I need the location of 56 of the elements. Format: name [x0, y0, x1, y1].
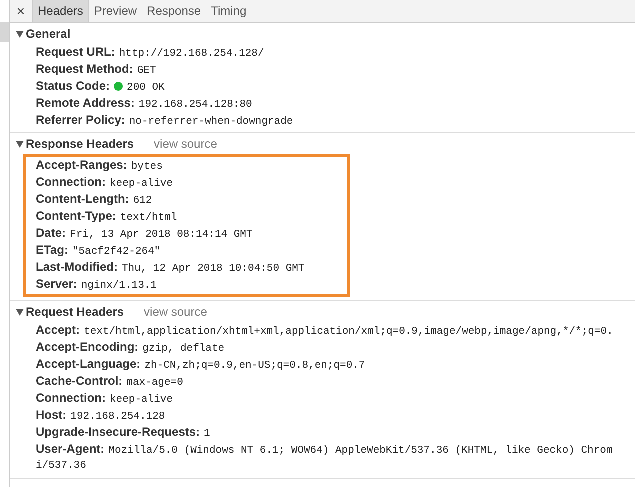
header-name: Remote Address:: [36, 95, 135, 112]
header-value: Thu, 12 Apr 2018 10:04:50 GMT: [122, 262, 305, 277]
expanded-triangle-icon[interactable]: [16, 140, 26, 148]
header-name: Referrer Policy:: [36, 112, 126, 129]
tab[interactable]: Timing: [206, 0, 252, 22]
header-name: ETag:: [36, 242, 68, 259]
header-value: keep-alive: [110, 393, 174, 408]
view-source-link[interactable]: view source: [144, 303, 208, 321]
header-name: Accept-Ranges:: [36, 157, 128, 174]
header-name: Connection:: [36, 174, 106, 191]
header-value: no-referrer-when-downgrade: [129, 115, 294, 130]
close-button[interactable]: ×: [10, 0, 32, 22]
expanded-triangle-icon[interactable]: [16, 308, 26, 316]
header-value: nginx/1.13.1: [81, 279, 157, 294]
header-value: keep-alive: [110, 177, 174, 192]
header-name: User-Agent:: [36, 441, 105, 458]
header-value: i/537.36: [36, 458, 86, 474]
header-name: Date:: [36, 225, 66, 242]
header-value: Fri, 13 Apr 2018 08:14:14 GMT: [70, 228, 253, 243]
header-value: gzip, deflate: [142, 342, 225, 357]
header-name: Cache-Control:: [36, 373, 123, 390]
header-value: 200 OK: [127, 81, 165, 96]
header-value: 1: [204, 427, 210, 442]
section-title[interactable]: Request Headers: [26, 303, 124, 321]
tab[interactable]: Headers: [32, 0, 90, 22]
tab[interactable]: Preview: [89, 0, 142, 22]
header-value: Mozilla/5.0 (Windows NT 6.1; WOW64) AppleWebKit/537.36 (KHTML, like Gecko) Chrom: [108, 444, 613, 459]
header-name: Request Method:: [36, 61, 134, 78]
header-name: Status Code:: [36, 78, 110, 95]
header-name: Accept:: [36, 322, 80, 339]
expanded-triangle-icon[interactable]: [16, 30, 26, 38]
header-name: Last-Modified:: [36, 259, 118, 276]
header-name: Accept-Language:: [36, 356, 141, 373]
header-name: Connection:: [36, 390, 106, 407]
header-value: GET: [137, 64, 156, 79]
header-name: Server:: [36, 276, 78, 293]
header-value: http://192.168.254.128/: [119, 47, 264, 62]
header-value: 192.168.254.128:80: [138, 98, 252, 113]
header-value: max-age=0: [126, 376, 184, 391]
header-value: text/html: [120, 211, 178, 226]
header-value: zh-CN,zh;q=0.9,en-US;q=0.8,en;q=0.7: [144, 359, 366, 374]
header-value: 192.168.254.128: [70, 410, 166, 425]
header-name: Accept-Encoding:: [36, 339, 139, 356]
header-name: Content-Length:: [36, 191, 130, 208]
header-value: "5acf2f42-264": [72, 245, 161, 260]
header-name: Content-Type:: [36, 208, 116, 225]
header-name: Host:: [36, 407, 67, 424]
view-source-link[interactable]: view source: [154, 135, 218, 153]
tab[interactable]: Response: [142, 0, 206, 22]
section-title[interactable]: Response Headers: [26, 135, 134, 153]
section-title[interactable]: General: [26, 25, 71, 43]
header-value: 612: [133, 194, 152, 209]
header-name: Request URL:: [36, 44, 116, 61]
header-name: Upgrade-Insecure-Requests:: [36, 424, 200, 441]
header-value: text/html,application/xhtml+xml,application/xml;q=0.9,image/webp,image/apng,*/*;q=0.: [84, 325, 614, 340]
header-value: bytes: [131, 160, 163, 175]
